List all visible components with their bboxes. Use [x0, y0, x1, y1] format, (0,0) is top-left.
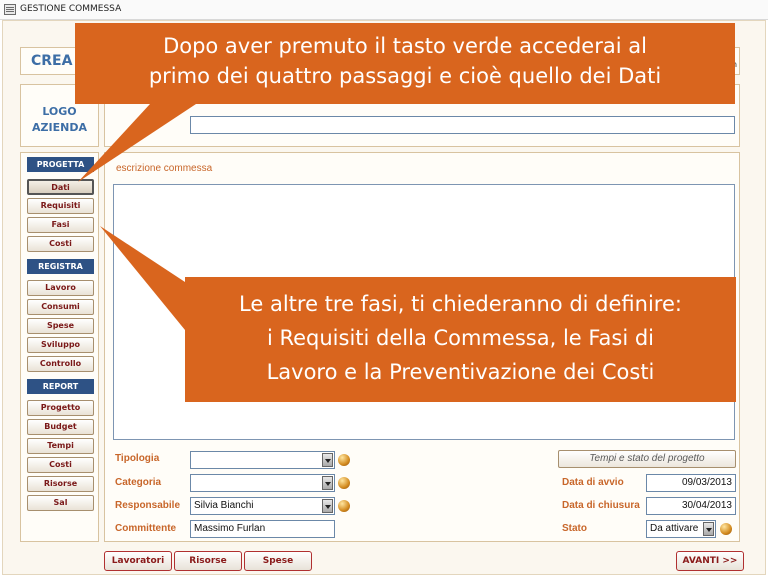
- nav-sviluppo-button[interactable]: Sviluppo: [27, 337, 94, 353]
- logo-line1: LOGO: [42, 105, 77, 118]
- responsabile-select[interactable]: Silvia Bianchi: [190, 497, 335, 515]
- top-callout: Dopo aver premuto il tasto verde acceder…: [75, 23, 735, 104]
- spese-button[interactable]: Spese: [244, 551, 312, 571]
- lavoratori-button[interactable]: Lavoratori: [104, 551, 172, 571]
- description-label: escrizione commessa: [116, 163, 213, 174]
- nav-header-report: REPORT: [27, 379, 94, 394]
- data-avvio-label: Data di avvio: [562, 477, 624, 488]
- top-callout-line1: Dopo aver premuto il tasto verde acceder…: [163, 34, 647, 58]
- nav-header-progetta: PROGETTA: [27, 157, 94, 172]
- data-avvio-input[interactable]: 09/03/2013: [646, 474, 736, 492]
- middle-callout-line3: Lavoro e la Preventivazione dei Costi: [266, 360, 655, 384]
- top-callout-line2: primo dei quattro passaggi e cioè quello…: [148, 64, 662, 88]
- nav-tempi-button[interactable]: Tempi: [27, 438, 94, 454]
- data-chiusura-label: Data di chiusura: [562, 500, 640, 511]
- middle-callout: Le altre tre fasi, ti chiederanno di def…: [185, 277, 736, 402]
- nav-spese-button[interactable]: Spese: [27, 318, 94, 334]
- tipologia-dropdown-icon[interactable]: [322, 453, 333, 467]
- tipologia-label: Tipologia: [115, 453, 160, 464]
- nav-consumi-button[interactable]: Consumi: [27, 299, 94, 315]
- stato-dropdown-icon[interactable]: [703, 522, 714, 536]
- window-title: GESTIONE COMMESSA: [20, 4, 122, 14]
- title-input[interactable]: [190, 116, 735, 134]
- app-form-icon: [4, 4, 16, 15]
- responsabile-label: Responsabile: [115, 500, 181, 511]
- stato-value: Da attivare: [650, 523, 699, 534]
- title-field-label: T: [157, 119, 164, 130]
- responsabile-value: Silvia Bianchi: [194, 500, 254, 511]
- categoria-add-icon[interactable]: [338, 477, 350, 489]
- categoria-select[interactable]: [190, 474, 335, 492]
- data-chiusura-input[interactable]: 30/04/2013: [646, 497, 736, 515]
- window-titlebar: GESTIONE COMMESSA: [0, 0, 768, 20]
- nav-lavoro-button[interactable]: Lavoro: [27, 280, 94, 296]
- risorse-button[interactable]: Risorse: [174, 551, 242, 571]
- categoria-label: Categoria: [115, 477, 162, 488]
- committente-input[interactable]: Massimo Furlan: [190, 520, 335, 538]
- responsabile-add-icon[interactable]: [338, 500, 350, 512]
- tempi-stato-button[interactable]: Tempi e stato del progetto: [558, 450, 736, 468]
- nav-header-registra: REGISTRA: [27, 259, 94, 274]
- nav-report-costi-button[interactable]: Costi: [27, 457, 94, 473]
- responsabile-dropdown-icon[interactable]: [322, 499, 333, 513]
- tipologia-add-icon[interactable]: [338, 454, 350, 466]
- nav-budget-button[interactable]: Budget: [27, 419, 94, 435]
- stato-action-icon[interactable]: [720, 523, 732, 535]
- stato-label: Stato: [562, 523, 587, 534]
- nav-controllo-button[interactable]: Controllo: [27, 356, 94, 372]
- avanti-button[interactable]: AVANTI >>: [676, 551, 744, 571]
- middle-callout-line1: Le altre tre fasi, ti chiederanno di def…: [239, 292, 682, 316]
- logo-line2: AZIENDA: [32, 121, 87, 134]
- categoria-dropdown-icon[interactable]: [322, 476, 333, 490]
- nav-costi-button[interactable]: Costi: [27, 236, 94, 252]
- nav-requisiti-button[interactable]: Requisiti: [27, 198, 94, 214]
- stato-select[interactable]: Da attivare: [646, 520, 716, 538]
- nav-risorse-button[interactable]: Risorse: [27, 476, 94, 492]
- committente-label: Committente: [115, 523, 177, 534]
- nav-dati-button[interactable]: Dati: [27, 179, 94, 195]
- middle-callout-line2: i Requisiti della Commessa, le Fasi di: [266, 326, 655, 350]
- nav-sal-button[interactable]: Sal: [27, 495, 94, 511]
- nav-fasi-button[interactable]: Fasi: [27, 217, 94, 233]
- nav-progetto-button[interactable]: Progetto: [27, 400, 94, 416]
- tipologia-select[interactable]: [190, 451, 335, 469]
- crea-title: CREA: [31, 53, 73, 69]
